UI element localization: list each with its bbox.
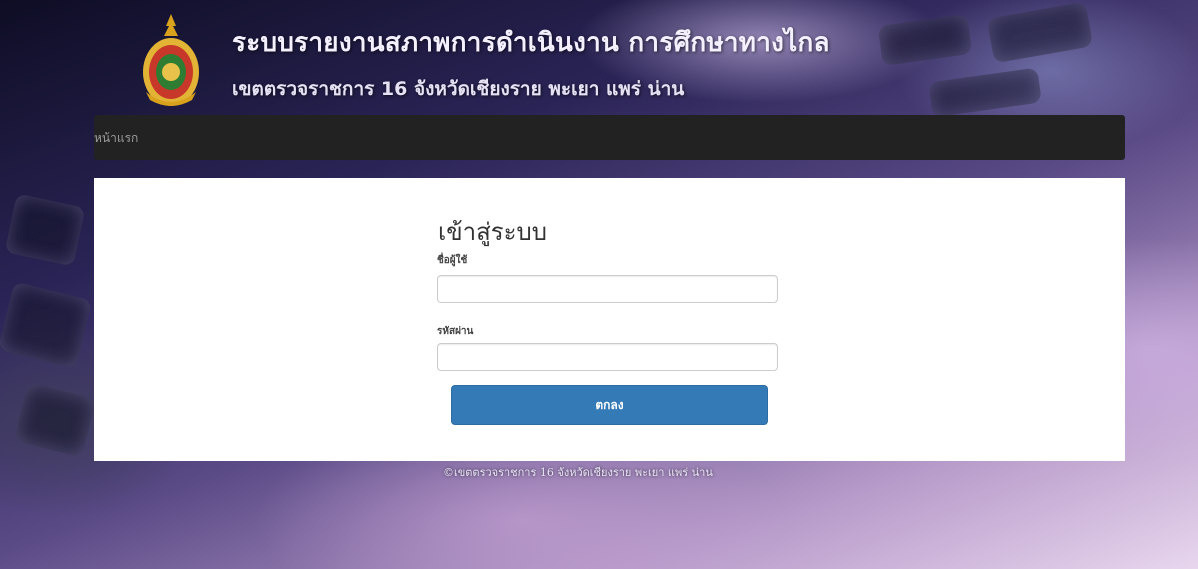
footer-copyright: ©เขตตรวจราชการ 16 จังหวัดเชียงราย พะเยา … (443, 466, 713, 479)
username-input[interactable] (437, 275, 778, 303)
username-label: ชื่อผู้ใช้ (437, 255, 468, 266)
site-title: ระบบรายงานสภาพการดำเนินงาน การศึกษาทางไก… (232, 28, 830, 58)
login-title: เข้าสู่ระบบ (438, 218, 547, 246)
top-navbar: หน้าแรก (94, 115, 1125, 160)
login-panel: เข้าสู่ระบบ ชื่อผู้ใช้ รหัสผ่าน ตกลง (94, 178, 1125, 461)
password-input[interactable] (437, 343, 778, 371)
password-label: รหัสผ่าน (437, 326, 474, 337)
submit-button[interactable]: ตกลง (451, 385, 768, 425)
nav-home-link[interactable]: หน้าแรก (94, 129, 138, 148)
site-header: ระบบรายงานสภาพการดำเนินงาน การศึกษาทางไก… (140, 8, 1120, 116)
emblem-logo (143, 14, 199, 106)
site-subtitle: เขตตรวจราชการ 16 จังหวัดเชียงราย พะเยา แ… (232, 78, 685, 100)
